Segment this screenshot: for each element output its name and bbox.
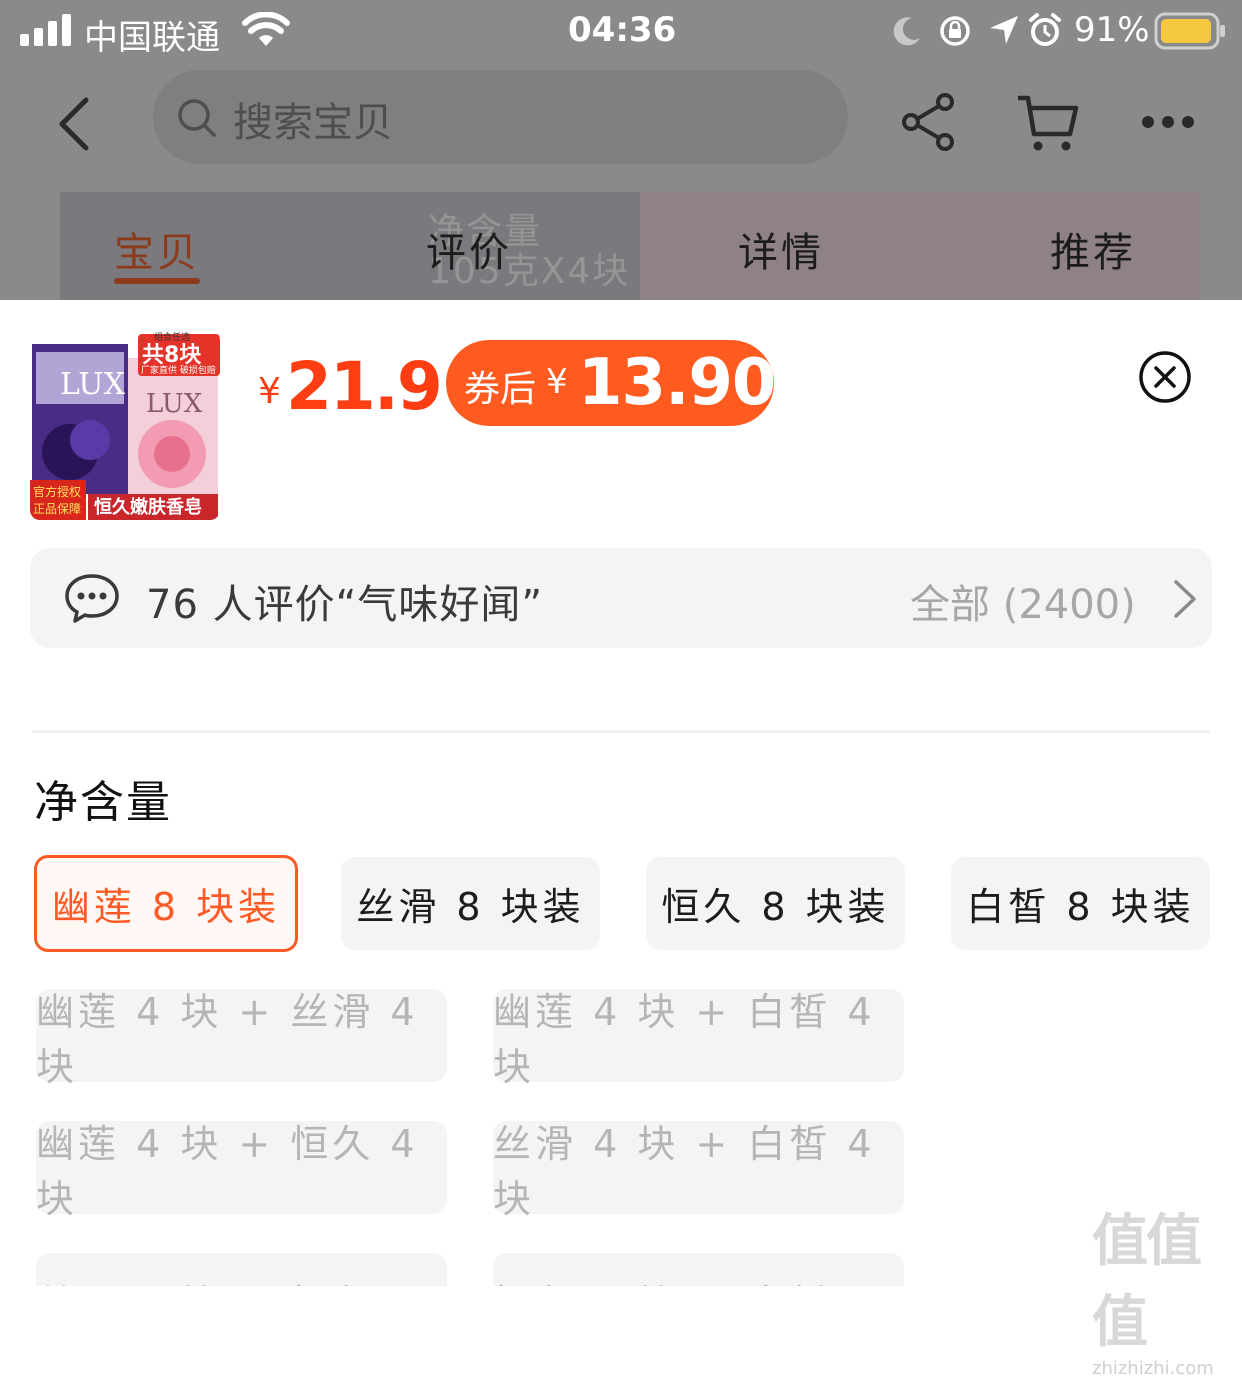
chat-bubble-icon: [65, 574, 119, 623]
search-placeholder: 搜索宝贝: [233, 100, 393, 146]
product-auth-line1: 官方授权: [33, 484, 81, 499]
more-icon[interactable]: [1140, 114, 1196, 130]
sku-option-youlian4-hengjiu4[interactable]: 幽莲 4 块 + 恒久 4 块: [36, 1121, 447, 1221]
product-brand-right: LUX: [146, 389, 203, 419]
sku-option-youlian4-sihua4[interactable]: 幽莲 4 块 + 丝滑 4 块: [36, 989, 447, 1089]
site-watermark: 值值值 zhizhizhi.com: [1092, 1196, 1242, 1379]
sku-option-sihua4-baixi4[interactable]: 丝滑 4 块 + 白皙 4 块: [493, 1121, 904, 1221]
moon-icon: [893, 17, 920, 46]
clock: 04:36: [568, 10, 677, 50]
sku-section-title: 净含量: [34, 777, 172, 828]
sku-option-youlian-8[interactable]: 幽莲 8 块装: [34, 855, 298, 952]
signal-icon: [20, 14, 71, 46]
watermark-url: zhizhizhi.com: [1092, 1358, 1214, 1379]
nav-bar: 搜索宝贝: [0, 62, 1242, 182]
sku-option-hengjiu4-baixi4[interactable]: 恒久 4 块 + 白皙 4 块: [493, 1253, 904, 1286]
original-price: ¥ 21.9: [258, 348, 443, 425]
review-highlight-text: 76 人评价“气味好闻”: [146, 582, 544, 628]
back-arrow-icon[interactable]: [56, 96, 92, 152]
sku-option-hengjiu-8[interactable]: 恒久 8 块装: [646, 857, 905, 950]
tab-reviews[interactable]: 评价: [426, 220, 512, 278]
coupon-currency: ¥: [546, 362, 568, 402]
rotation-lock-icon: [940, 16, 970, 46]
product-caption: 恒久嫩肤香皂: [94, 496, 202, 518]
search-icon: [178, 99, 216, 137]
sku-option-youlian4-baixi4[interactable]: 幽莲 4 块 + 白皙 4 块: [493, 989, 904, 1089]
alarm-icon: [1029, 13, 1061, 46]
price-value: 21.9: [286, 348, 443, 425]
watermark-logo: 值值值: [1092, 1209, 1202, 1355]
tab-bar: 宝贝 评价 详情 推荐: [0, 212, 1242, 300]
battery-percent: 91%: [1074, 10, 1150, 50]
coupon-price-value: 13.90: [578, 346, 776, 420]
product-badge-sub: 厂家直供 破损包赔: [141, 364, 216, 376]
coupon-price-badge: 券后 ¥ 13.90: [446, 340, 776, 426]
sku-option-sihua4-hengjiu4[interactable]: 丝滑 4 块 + 恒久 4 块: [36, 1253, 447, 1286]
status-bar: 中国联通 04:36 91%: [0, 0, 1242, 62]
wifi-icon: [242, 12, 290, 46]
tab-baobei[interactable]: 宝贝: [114, 220, 200, 278]
product-brand-left: LUX: [60, 367, 126, 402]
review-summary-bar[interactable]: 76 人评价“气味好闻” 全部 (2400): [30, 548, 1212, 648]
cart-icon[interactable]: [1016, 92, 1080, 156]
product-image: LUX LUX 组合任选 共8块 厂家直供 破损包赔 官方授权 正品保障 恒久嫩…: [30, 330, 220, 520]
price-currency: ¥: [258, 371, 281, 412]
coupon-label: 券后: [464, 369, 537, 410]
product-thumbnail[interactable]: LUX LUX 组合任选 共8块 厂家直供 破损包赔 官方授权 正品保障 恒久嫩…: [30, 330, 220, 520]
carrier-label: 中国联通: [84, 18, 220, 58]
chevron-right-icon: [1174, 580, 1196, 618]
divider: [32, 730, 1210, 733]
sku-option-sihua-8[interactable]: 丝滑 8 块装: [341, 857, 600, 950]
search-box[interactable]: 搜索宝贝: [153, 70, 848, 164]
battery-icon: [1154, 12, 1225, 50]
close-icon[interactable]: [1138, 350, 1192, 404]
share-icon[interactable]: [900, 92, 956, 152]
location-arrow-icon: [990, 16, 1018, 44]
active-tab-indicator: [114, 278, 200, 284]
review-total-count: 全部 (2400): [910, 582, 1136, 628]
tab-recommend[interactable]: 推荐: [1050, 220, 1136, 278]
tab-details[interactable]: 详情: [738, 220, 824, 278]
product-auth-line2: 正品保障: [33, 501, 81, 516]
product-badge-top: 组合任选: [154, 331, 190, 343]
product-badge-main: 共8块: [142, 343, 202, 368]
dimmed-page-background: 净含量 105克X4块 中国联通 04:36 91% 搜索宝贝 宝贝 评价 详情…: [0, 0, 1242, 300]
sku-option-baixi-8[interactable]: 白皙 8 块装: [951, 857, 1210, 950]
